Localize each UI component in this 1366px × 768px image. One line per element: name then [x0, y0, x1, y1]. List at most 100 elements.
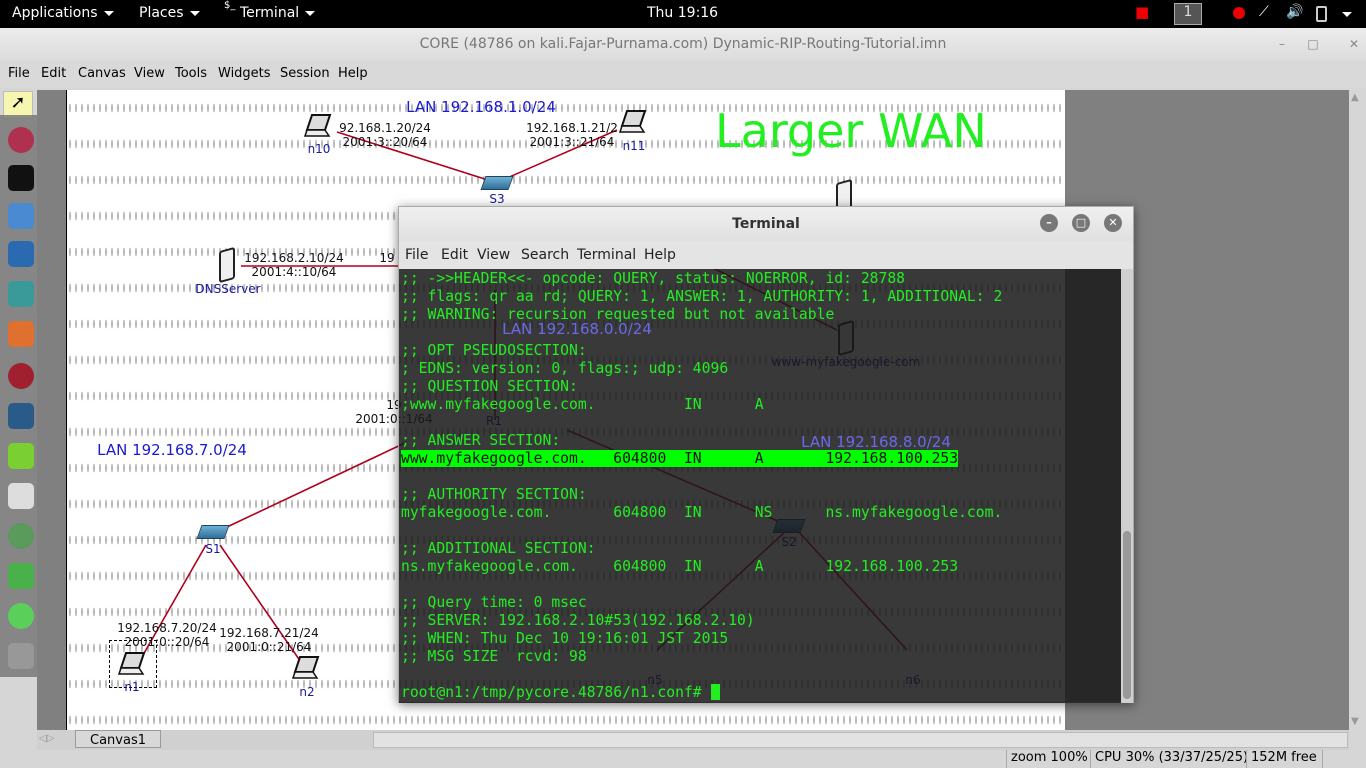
app-icon-green[interactable]: [8, 563, 34, 589]
scroll-up-arrow-icon[interactable]: ▲: [1351, 92, 1359, 103]
node-name-n1: n1: [124, 680, 140, 694]
terminal-menu-file[interactable]: File: [405, 247, 428, 263]
show-apps-grid-icon[interactable]: [8, 643, 34, 669]
terminal-cursor: [710, 684, 720, 700]
notes-icon[interactable]: [8, 443, 34, 469]
terminal-line: www.myfakegoogle.com. 604800 IN A 192.16…: [401, 450, 1002, 468]
clock[interactable]: Thu 19:16: [647, 5, 718, 21]
menu-widgets[interactable]: Widgets: [218, 66, 271, 81]
maximize-button[interactable]: □: [1303, 34, 1323, 54]
app-icon-leaf[interactable]: [8, 523, 34, 549]
terminal-maximize-button[interactable]: □: [1072, 214, 1090, 232]
volume-icon[interactable]: 🔊: [1286, 4, 1303, 20]
lan-label-7: LAN 192.168.7.0/24: [97, 441, 247, 459]
switch-icon-s1[interactable]: [196, 525, 230, 539]
node-name-n10: n10: [307, 142, 331, 156]
addr-n10-v4: 92.168.1.20/24: [339, 121, 431, 135]
terminal-line: ;; Query time: 0 msec: [401, 594, 587, 611]
files-icon[interactable]: [8, 203, 34, 229]
terminal-scrollbar[interactable]: [1121, 269, 1133, 703]
network-icon[interactable]: ⟋: [1259, 4, 1269, 20]
terminal-line: ;; AUTHORITY SECTION:: [401, 486, 587, 503]
link-s1-router[interactable]: [226, 441, 408, 528]
menu-edit[interactable]: Edit: [41, 66, 66, 81]
terminal-menu-help[interactable]: Help: [644, 247, 676, 263]
app-icon-faraday[interactable]: [8, 363, 34, 389]
laptop-icon-n11[interactable]: [619, 109, 649, 135]
terminal-line: ;; OPT PSEUDOSECTION:: [401, 342, 587, 359]
terminal-close-button[interactable]: ✕: [1104, 214, 1122, 232]
terminal-prompt-line[interactable]: root@n1:/tmp/pycore.48786/n1.conf#: [401, 684, 1002, 702]
status-bar: zoom 100% CPU 30% (33/37/25/25) 152M fre…: [0, 750, 1366, 768]
close-button[interactable]: ✕: [1344, 34, 1364, 54]
addr-n1-v4: 192.168.7.20/24: [117, 621, 217, 635]
top-panel: Applications Places $_ Terminal Thu 19:1…: [0, 0, 1366, 28]
scroll-down-arrow-icon[interactable]: ▼: [1351, 716, 1359, 727]
terminal-minimize-button[interactable]: –: [1040, 214, 1058, 232]
keyboard-icon[interactable]: [8, 483, 34, 509]
menu-canvas[interactable]: Canvas: [78, 66, 126, 81]
canvas-horizontal-scrollbar[interactable]: [373, 732, 1348, 748]
metasploit-icon[interactable]: [8, 241, 34, 267]
addr-dns: 192.168.2.10/24 2001:4::10/64: [244, 251, 343, 279]
terminal-menu-edit[interactable]: Edit: [441, 247, 468, 263]
app-icon-1[interactable]: [8, 127, 34, 153]
camera-icon[interactable]: ■: [1135, 3, 1149, 21]
globe-icon[interactable]: [8, 603, 34, 629]
burp-icon[interactable]: [8, 321, 34, 347]
terminal-window: Terminal – □ ✕ File Edit View Search Ter…: [398, 206, 1134, 703]
menu-view[interactable]: View: [134, 66, 165, 81]
minimize-button[interactable]: –: [1272, 34, 1292, 54]
terminal-dock-icon[interactable]: [8, 165, 34, 191]
larger-wan-annotation[interactable]: Larger WAN: [715, 104, 987, 158]
tab-prev-arrow-icon[interactable]: ◁▷: [39, 733, 54, 744]
terminal-menu-terminal[interactable]: Terminal: [577, 247, 636, 263]
status-cpu: CPU 30% (33/37/25/25): [1090, 750, 1248, 768]
terminal-text[interactable]: ;; ->>HEADER<<- opcode: QUERY, status: N…: [401, 270, 1002, 702]
menu-help[interactable]: Help: [338, 66, 368, 81]
menu-session[interactable]: Session: [280, 66, 330, 81]
window-titlebar: CORE (48786 on kali.Fajar-Purnama.com) D…: [0, 28, 1366, 60]
canvas-tab-bar: ◁▷ Canvas1: [37, 730, 1349, 750]
menu-bar: File Edit Canvas View Tools Widgets Sess…: [0, 60, 1366, 88]
addr-n11-v6: 2001:3::21/64: [529, 135, 615, 149]
canvas-vertical-scrollbar[interactable]: ▲ ▼: [1349, 90, 1366, 730]
terminal-menu-view[interactable]: View: [477, 247, 510, 263]
applications-menu[interactable]: Applications: [12, 5, 114, 21]
terminal-line: ;www.myfakegoogle.com. IN A: [401, 396, 764, 413]
battery-icon[interactable]: [1316, 6, 1327, 22]
laptop-icon-n2[interactable]: [292, 655, 322, 681]
places-menu[interactable]: Places: [139, 5, 200, 21]
menu-tools[interactable]: Tools: [175, 66, 207, 81]
status-empty: [1322, 750, 1327, 768]
server-icon-dns[interactable]: [219, 246, 235, 284]
tab-canvas1[interactable]: Canvas1: [75, 730, 161, 748]
menu-arrow-icon[interactable]: [1342, 6, 1352, 22]
addr-router-partial: 19: [379, 251, 395, 265]
status-memory: 152M free: [1246, 750, 1317, 768]
workspace-indicator[interactable]: 1: [1174, 3, 1202, 25]
laptop-icon-n1[interactable]: [118, 651, 148, 677]
terminal-line: ns.myfakegoogle.com. 604800 IN A 192.168…: [401, 558, 959, 575]
terminal-line: ;; ->>HEADER<<- opcode: QUERY, status: N…: [401, 270, 906, 287]
switch-icon-s3[interactable]: [480, 176, 514, 190]
laptop-icon-n10[interactable]: [304, 113, 334, 139]
terminal-line: ;; ANSWER SECTION:: [401, 432, 561, 449]
terminal-menu-search[interactable]: Search: [521, 247, 569, 263]
record-icon[interactable]: [1233, 7, 1245, 19]
terminal-titlebar[interactable]: Terminal – □ ✕: [399, 207, 1133, 241]
terminal-scroll-thumb[interactable]: [1123, 531, 1131, 699]
menu-file[interactable]: File: [8, 66, 30, 81]
terminal-app-menu[interactable]: Terminal: [240, 5, 316, 21]
terminal-line: ;; MSG SIZE rcvd: 98: [401, 648, 587, 665]
terminal-menubar: File Edit View Search Terminal Help: [399, 241, 1133, 269]
app-icon-beef[interactable]: [8, 403, 34, 429]
terminal-line: myfakegoogle.com. 604800 IN NS ns.myfake…: [401, 504, 1003, 521]
terminal-title: Terminal: [732, 216, 800, 232]
addr-n2: 192.168.7.21/24 2001:0::21/64: [219, 626, 318, 654]
avatar-app-icon[interactable]: [8, 281, 34, 307]
addr-n1: 192.168.7.20/24 2001:0::20/64: [117, 621, 216, 649]
addr-n1-v6: 2001:0::20/64: [124, 635, 210, 649]
